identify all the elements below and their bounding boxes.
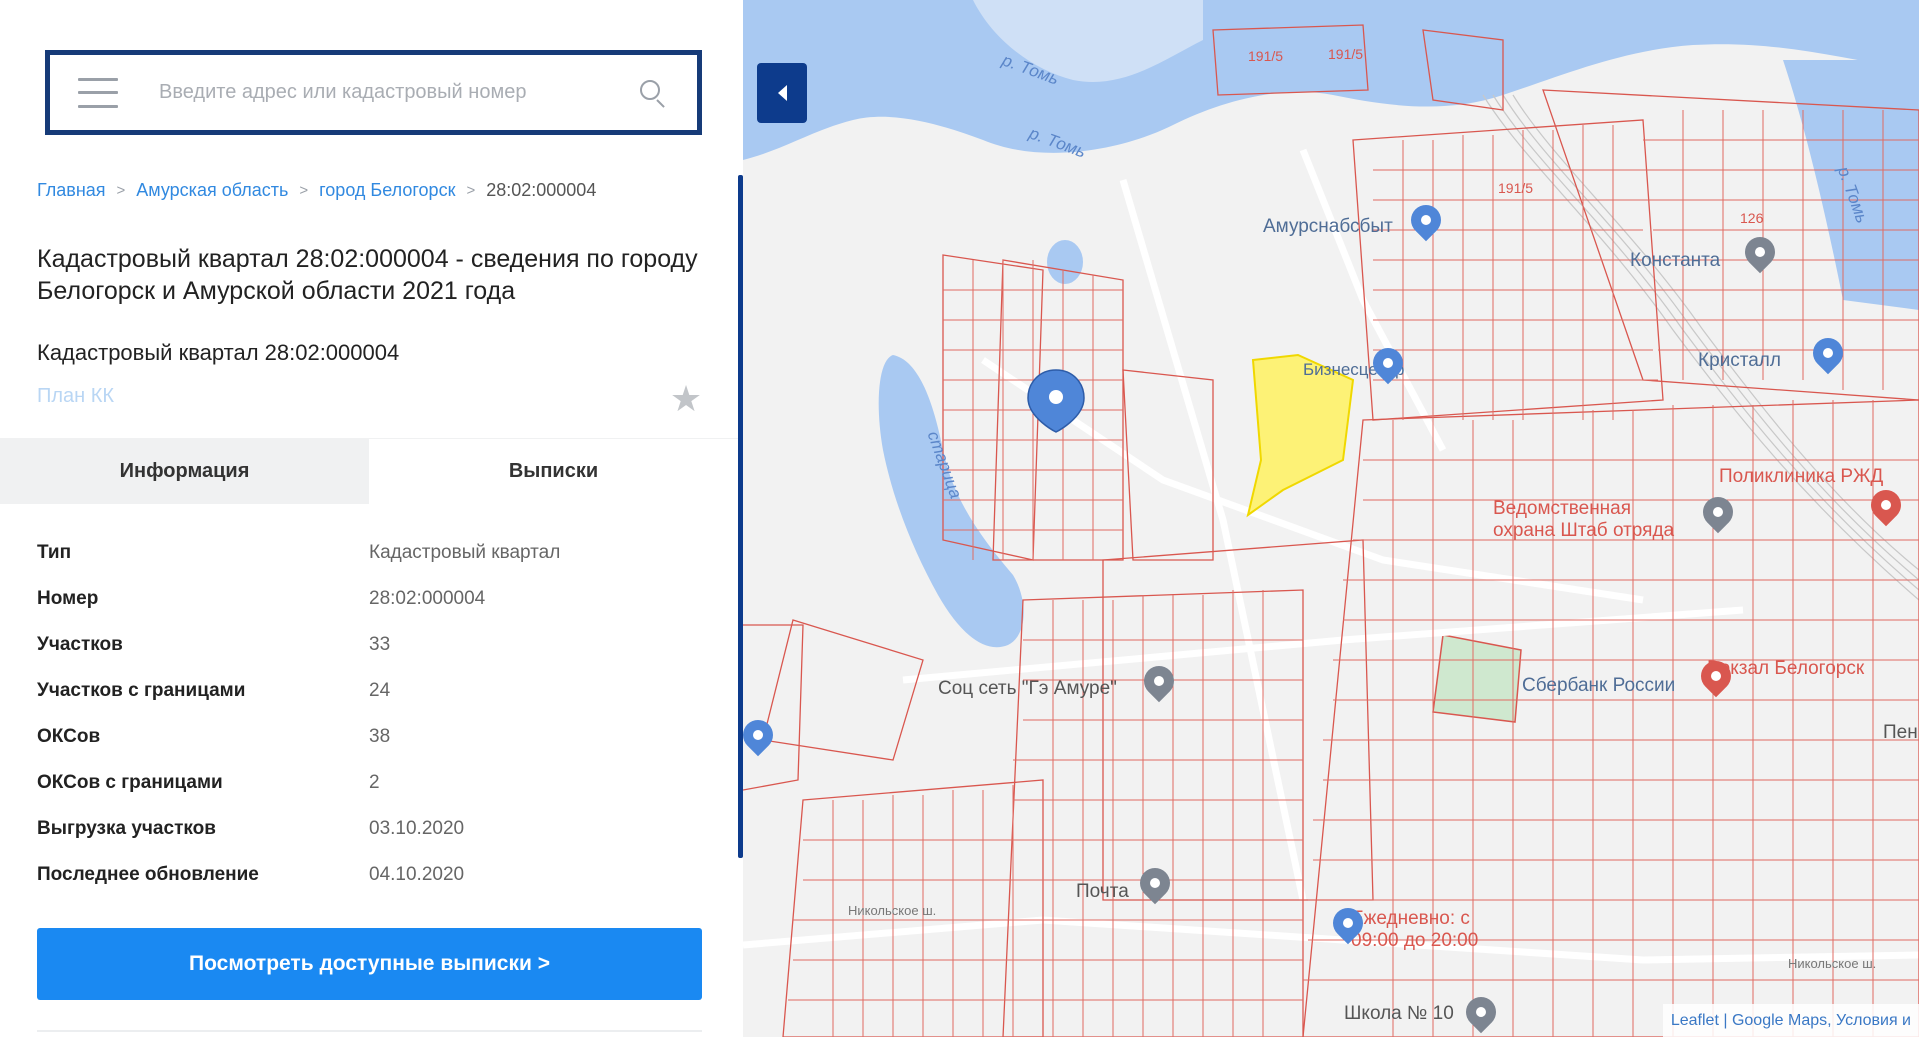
breadcrumb: Главная > Амурская область > город Белог… [37, 180, 596, 201]
map-label-parcel: 126 [1740, 210, 1764, 226]
map-view[interactable]: р. Томь р. Томь р. Томь старица 191/5 19… [743, 0, 1919, 1037]
map-label-street: Никольское ш. [848, 903, 937, 918]
place-poi-icon[interactable] [1137, 659, 1181, 704]
shop-poi-icon[interactable] [743, 713, 780, 758]
bank-poi-icon[interactable] [1694, 654, 1738, 699]
breadcrumb-region[interactable]: Амурская область [136, 180, 288, 201]
breadcrumb-separator: > [299, 182, 309, 199]
school-poi-icon[interactable] [1459, 990, 1503, 1035]
map-label-parcel: 191/5 [1248, 48, 1284, 64]
map-label-parcel: 191/5 [1328, 46, 1364, 62]
info-label: Участков [37, 634, 123, 655]
plan-link[interactable]: План КК [37, 385, 114, 408]
info-row-parcels: Участков 33 [37, 622, 697, 668]
info-label: Последнее обновление [37, 864, 259, 885]
map-label-street: Никольское ш. [1788, 956, 1877, 971]
breadcrumb-separator: > [466, 182, 476, 199]
tab-information[interactable]: Информация [0, 438, 369, 504]
map-attribution[interactable]: Leaflet | Google Maps, Условия и [1662, 1004, 1919, 1037]
info-label: Участков с границами [37, 680, 246, 701]
info-value: 38 [369, 726, 391, 747]
map-label-kristall: Кристалл [1698, 350, 1781, 371]
map-label-daily: Ежедневно: с 09:00 до 20:00 [1351, 908, 1479, 951]
shop-poi-icon[interactable] [1326, 901, 1370, 946]
map-label-sberbank: Сбербанк России [1522, 675, 1676, 696]
park-area [1432, 634, 1522, 723]
info-value: 03.10.2020 [369, 818, 465, 839]
info-row-parcels-export: Выгрузка участков 03.10.2020 [37, 806, 697, 852]
info-row-number: Номер 28:02:000004 [37, 576, 697, 622]
map-label-school: Школа № 10 [1344, 1003, 1454, 1024]
info-label: ОКСов [37, 726, 101, 747]
info-label: ОКСов с границами [37, 772, 223, 793]
breadcrumb-separator: > [116, 182, 126, 199]
place-poi-icon[interactable] [1696, 490, 1740, 535]
info-value: Кадастровый квартал [369, 542, 561, 563]
favorite-star-icon[interactable]: ★ [668, 381, 704, 417]
info-label: Тип [37, 542, 72, 563]
page-title: Кадастровый квартал 28:02:000004 - сведе… [37, 245, 698, 305]
info-label: Номер [37, 588, 99, 609]
info-row-type: Тип Кадастровый квартал [37, 530, 697, 576]
post-poi-icon[interactable] [1133, 861, 1177, 906]
breadcrumb-city[interactable]: город Белогорск [319, 180, 455, 201]
tab-bar: Информация Выписки [0, 438, 738, 504]
map-label-polyclinic: Поликлиника РЖД [1719, 466, 1884, 487]
info-row-oks: ОКСов 38 [37, 714, 697, 760]
info-value: 24 [369, 680, 391, 701]
info-row-last-update: Последнее обновление 04.10.2020 [37, 852, 697, 898]
info-value: 28:02:000004 [369, 588, 486, 609]
map-label-pen: Пен [1883, 722, 1918, 743]
hamburger-menu-icon[interactable] [78, 77, 118, 108]
map-label-post: Почта [1076, 881, 1129, 902]
search-icon[interactable] [632, 73, 672, 113]
breadcrumb-current: 28:02:000004 [486, 180, 597, 200]
map-canvas [743, 0, 1919, 1037]
info-row-oks-bounded: ОКСов с границами 2 [37, 760, 697, 806]
info-table: Тип Кадастровый квартал Номер 28:02:0000… [37, 530, 697, 898]
search-input[interactable] [159, 72, 632, 113]
tab-extracts[interactable]: Выписки [369, 438, 738, 504]
place-poi-icon[interactable] [1738, 230, 1782, 275]
search-bar [45, 50, 702, 135]
info-value: 04.10.2020 [369, 864, 465, 885]
map-label-social: Соц сеть "Гэ Амуре" [938, 678, 1117, 699]
shop-poi-icon[interactable] [1806, 331, 1850, 376]
map-label-amursnab: Амурснабсбыт [1263, 216, 1393, 237]
oxbow-lake [878, 355, 1024, 648]
pond [1047, 240, 1083, 284]
hospital-poi-icon[interactable] [1864, 483, 1908, 528]
shop-poi-icon[interactable] [1366, 341, 1410, 386]
collapse-panel-button[interactable] [757, 63, 807, 123]
info-label: Выгрузка участков [37, 818, 216, 839]
quarter-subtitle: Кадастровый квартал 28:02:000004 [37, 340, 400, 365]
divider [37, 1030, 702, 1032]
info-value: 33 [369, 634, 391, 655]
shop-poi-icon[interactable] [1404, 198, 1448, 243]
info-value: 2 [369, 772, 380, 793]
info-panel: Главная > Амурская область > город Белог… [0, 0, 743, 1037]
map-label-konstanta: Константа [1630, 250, 1721, 271]
breadcrumb-home[interactable]: Главная [37, 180, 106, 201]
view-extracts-button[interactable]: Посмотреть доступные выписки > [37, 928, 702, 1000]
river-water [743, 0, 1919, 160]
info-row-parcels-bounded: Участков с границами 24 [37, 668, 697, 714]
map-label-parcel: 191/5 [1498, 180, 1534, 196]
chevron-left-icon [777, 85, 787, 101]
map-label-guard: Ведомственная охрана Штаб отряда [1493, 498, 1675, 541]
